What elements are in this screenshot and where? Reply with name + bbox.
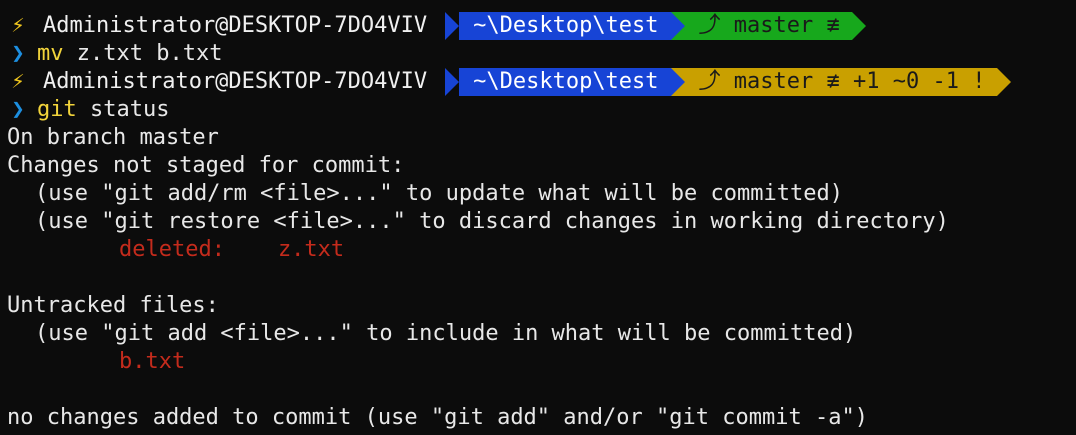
command-text: git status (37, 96, 169, 124)
user-host: Administrator@DESKTOP-7DO4VIV (43, 13, 428, 38)
command-line: ❯ git status (7, 96, 1076, 124)
prompt-line: ⚡ Administrator@DESKTOP-7DO4VIV ~\Deskto… (7, 68, 1076, 96)
chevron-icon: ❯ (11, 97, 25, 122)
bolt-icon: ⚡ (11, 69, 25, 94)
path-segment: ~\Desktop\test (445, 68, 686, 96)
output-line: Untracked files: (7, 293, 219, 318)
command-name: mv (37, 41, 64, 66)
output-hint: (use "git add/rm <file>..." to update wh… (35, 181, 843, 206)
output-line: Changes not staged for commit: (7, 153, 405, 178)
output-hint: (use "git restore <file>..." to discard … (35, 209, 949, 234)
command-name: git (37, 97, 77, 122)
branch-segment-clean: ⤴ master ≢ (670, 12, 867, 40)
output-hint: (use "git add <file>..." to include in w… (35, 321, 857, 346)
segment-separator (433, 68, 446, 96)
terminal-window[interactable]: ⚡ Administrator@DESKTOP-7DO4VIV ~\Deskto… (0, 0, 1076, 435)
command-args: z.txt b.txt (63, 41, 223, 66)
command-text: mv z.txt b.txt (37, 40, 222, 68)
prompt-line: ⚡ Administrator@DESKTOP-7DO4VIV ~\Deskto… (7, 12, 1076, 40)
path-segment: ~\Desktop\test (445, 12, 686, 40)
branch-segment-dirty: ⤴ master ≢ +1 ~0 -1 ! (670, 68, 1012, 96)
bolt-icon: ⚡ (11, 13, 25, 38)
output-line: On branch master (7, 125, 219, 150)
command-line: ❯ mv z.txt b.txt (7, 40, 1076, 68)
deleted-file-line: deleted: z.txt (119, 237, 345, 262)
segment-separator (433, 12, 446, 40)
untracked-file-line: b.txt (119, 349, 186, 374)
output-line: no changes added to commit (use "git add… (7, 405, 868, 430)
command-args: status (76, 97, 170, 122)
chevron-icon: ❯ (11, 41, 25, 66)
user-host: Administrator@DESKTOP-7DO4VIV (43, 69, 428, 94)
